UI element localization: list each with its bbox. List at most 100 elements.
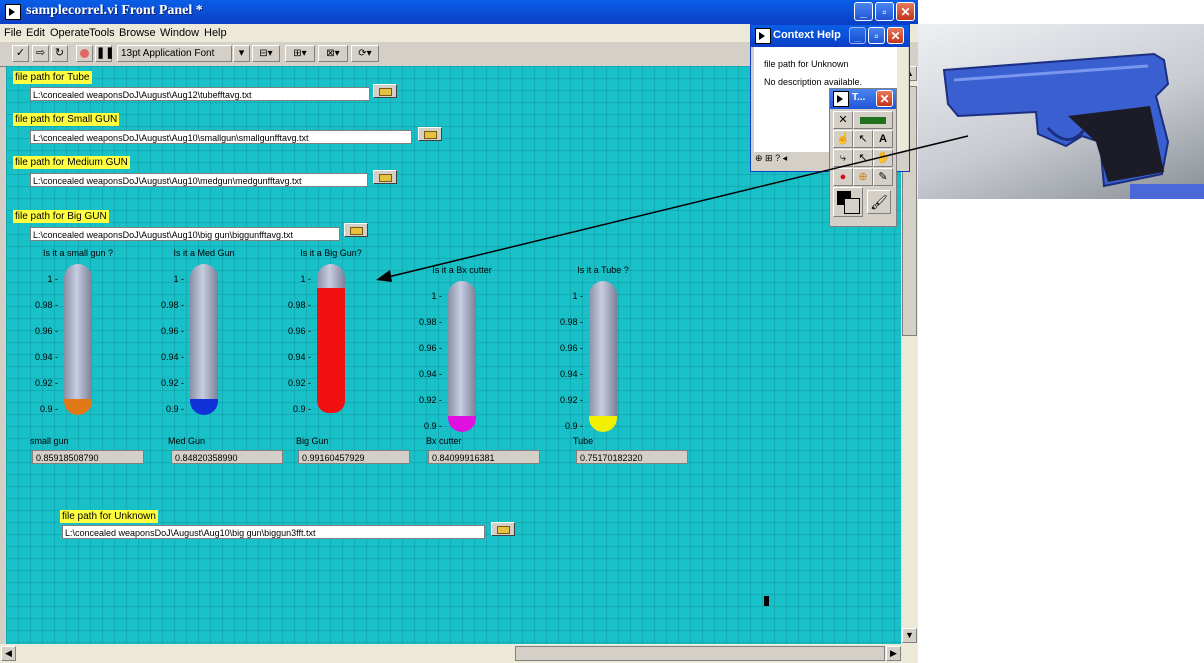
thermometer-bulb — [190, 399, 218, 415]
thermometer-title: Is it a small gun ? — [42, 248, 114, 258]
thermometer-tick-label: 0.9 - — [165, 404, 184, 414]
thermometer-value-indicator: 0.75170182320 — [576, 450, 688, 464]
minimize-button[interactable]: _ — [854, 2, 873, 21]
thermometer-tick-label: 0.94 - — [287, 352, 311, 362]
context-help-titlebar[interactable]: Context Help _ ▫ ✕ — [751, 25, 909, 47]
big-gun-browse-button[interactable] — [344, 223, 368, 237]
pause-icon[interactable]: ❚❚ — [95, 45, 114, 62]
menu-edit[interactable]: Edit — [26, 27, 45, 39]
small-gun-path-field[interactable]: L:\concealed weaponsDoJ\August\Aug10\sma… — [30, 130, 412, 144]
title-bar[interactable]: samplecorrel.vi Front Panel * _ ▫ ✕ — [0, 0, 918, 24]
menu-help[interactable]: Help — [204, 27, 227, 39]
medium-gun-path-field[interactable]: L:\concealed weaponsDoJ\August\Aug10\med… — [30, 173, 368, 187]
unknown-path-field[interactable]: L:\concealed weaponsDoJ\August\Aug10\big… — [62, 525, 485, 539]
thermometer-caption: Med Gun — [168, 436, 206, 446]
thermometer-tube — [589, 281, 617, 432]
font-dropdown-arrow-icon[interactable]: ▾ — [233, 45, 250, 62]
thermometer-tube — [64, 264, 92, 415]
thermometer-body — [589, 281, 617, 430]
thermometer-body — [190, 264, 218, 413]
tube-path-field[interactable]: L:\concealed weaponsDoJ\August\Aug12\tub… — [30, 87, 370, 101]
thermometer-title: Is it a Med Gun — [173, 248, 235, 258]
automatic-tool-icon[interactable]: ✕ — [833, 111, 853, 129]
unknown-browse-button[interactable] — [491, 522, 515, 536]
resize-objects-icon[interactable]: ⊠▾ — [318, 45, 348, 62]
context-help-minimize-button[interactable]: _ — [849, 27, 866, 44]
thermometer-tick-label: 1 - — [47, 274, 58, 284]
thermometer-tick-label: 0.92 - — [559, 395, 583, 405]
thermometer-tick-label: 0.94 - — [418, 369, 442, 379]
thermometer-value-indicator: 0.85918508790 — [32, 450, 144, 464]
thermometer-tick-label: 0.98 - — [34, 300, 58, 310]
big-gun-path-label: file path for Big GUN — [13, 210, 109, 223]
context-help-close-button[interactable]: ✕ — [887, 27, 904, 44]
thermometer-tick-label: 0.96 - — [34, 326, 58, 336]
horizontal-scrollbar[interactable]: ◀ ▶ — [0, 644, 918, 663]
context-help-item-name: file path for Unknown — [764, 59, 849, 69]
thermometer-bulb — [448, 416, 476, 432]
menu-tools[interactable]: Tools — [89, 27, 115, 39]
menu-operate[interactable]: Operate — [50, 27, 90, 39]
context-help-description: No description available. — [764, 77, 863, 87]
menu-window[interactable]: Window — [160, 27, 199, 39]
thermometer-tick-label: 0.96 - — [287, 326, 311, 336]
thermometer-tube — [317, 264, 345, 413]
thermometer-caption: Big Gun — [296, 436, 329, 446]
thermometer-fill-top — [317, 287, 345, 298]
thermometer-tick-label: 0.92 - — [418, 395, 442, 405]
thermometer-tick-label: 1 - — [173, 274, 184, 284]
cursor-marker — [764, 596, 769, 606]
thermometer-value-indicator: 0.84099916381 — [428, 450, 540, 464]
thermometer-bulb — [589, 416, 617, 432]
thermometer-value-indicator: 0.84820358990 — [171, 450, 283, 464]
font-select[interactable]: 13pt Application Font — [117, 45, 232, 62]
scroll-down-icon[interactable]: ▼ — [902, 628, 917, 643]
distribute-objects-icon[interactable]: ⊞▾ — [285, 45, 315, 62]
close-button[interactable]: ✕ — [896, 2, 915, 21]
big-gun-path-field[interactable]: L:\concealed weaponsDoJ\August\Aug10\big… — [30, 227, 340, 241]
scroll-left-icon[interactable]: ◀ — [1, 646, 16, 661]
thermometer-tick-label: 1 - — [300, 274, 311, 284]
thermometer-body — [448, 281, 476, 430]
context-help-maximize-button[interactable]: ▫ — [868, 27, 885, 44]
thermometer-tick-label: 0.92 - — [34, 378, 58, 388]
thermometer-tick-label: 0.96 - — [160, 326, 184, 336]
align-objects-icon[interactable]: ⊟▾ — [252, 45, 280, 62]
tools-palette-title: T... — [852, 92, 866, 103]
checkmark-icon[interactable]: ✓ — [12, 45, 29, 62]
thermometer-caption: small gun — [30, 436, 69, 446]
thermometer-caption: Tube — [573, 436, 594, 446]
tools-palette-close-button[interactable]: ✕ — [876, 90, 893, 107]
thermometer-title: Is it a Big Gun? — [300, 248, 362, 258]
pointer-arrow — [376, 135, 969, 282]
unknown-path-label: file path for Unknown — [60, 510, 158, 523]
thermometer-tick-label: 1 - — [431, 291, 442, 301]
reorder-icon[interactable]: ⟳▾ — [351, 45, 379, 62]
thermometer-tick-label: 0.96 - — [559, 343, 583, 353]
maximize-button[interactable]: ▫ — [875, 2, 894, 21]
horizontal-scroll-thumb[interactable] — [515, 646, 885, 661]
tube-path-label: file path for Tube — [13, 71, 92, 84]
context-help-icon — [755, 28, 771, 44]
automatic-selection-icon[interactable] — [853, 111, 893, 129]
scroll-right-icon[interactable]: ▶ — [886, 646, 901, 661]
thermometer-tick-label: 0.92 - — [160, 378, 184, 388]
tools-palette-titlebar[interactable]: T... ✕ — [830, 89, 896, 109]
labview-icon — [5, 4, 21, 20]
small-gun-path-label: file path for Small GUN — [13, 113, 120, 126]
thermometer-tick-label: 0.98 - — [160, 300, 184, 310]
thermometer-bulb — [64, 399, 92, 415]
tools-palette-icon — [833, 91, 849, 107]
medium-gun-path-label: file path for Medium GUN — [13, 156, 130, 169]
thermometer-tick-label: 0.9 - — [292, 404, 311, 414]
menu-browse[interactable]: Browse — [119, 27, 156, 39]
abort-button[interactable] — [76, 45, 93, 62]
thermometer-tick-label: 0.96 - — [418, 343, 442, 353]
tube-browse-button[interactable] — [373, 84, 397, 98]
menu-file[interactable]: File — [4, 27, 22, 39]
thermometer-tube — [448, 281, 476, 432]
thermometer-tick-label: 0.98 - — [418, 317, 442, 327]
thermometer-tick-label: 1 - — [572, 291, 583, 301]
run-arrow-icon[interactable]: ⇨ — [32, 45, 49, 62]
run-continuous-icon[interactable]: ↻ — [51, 45, 68, 62]
